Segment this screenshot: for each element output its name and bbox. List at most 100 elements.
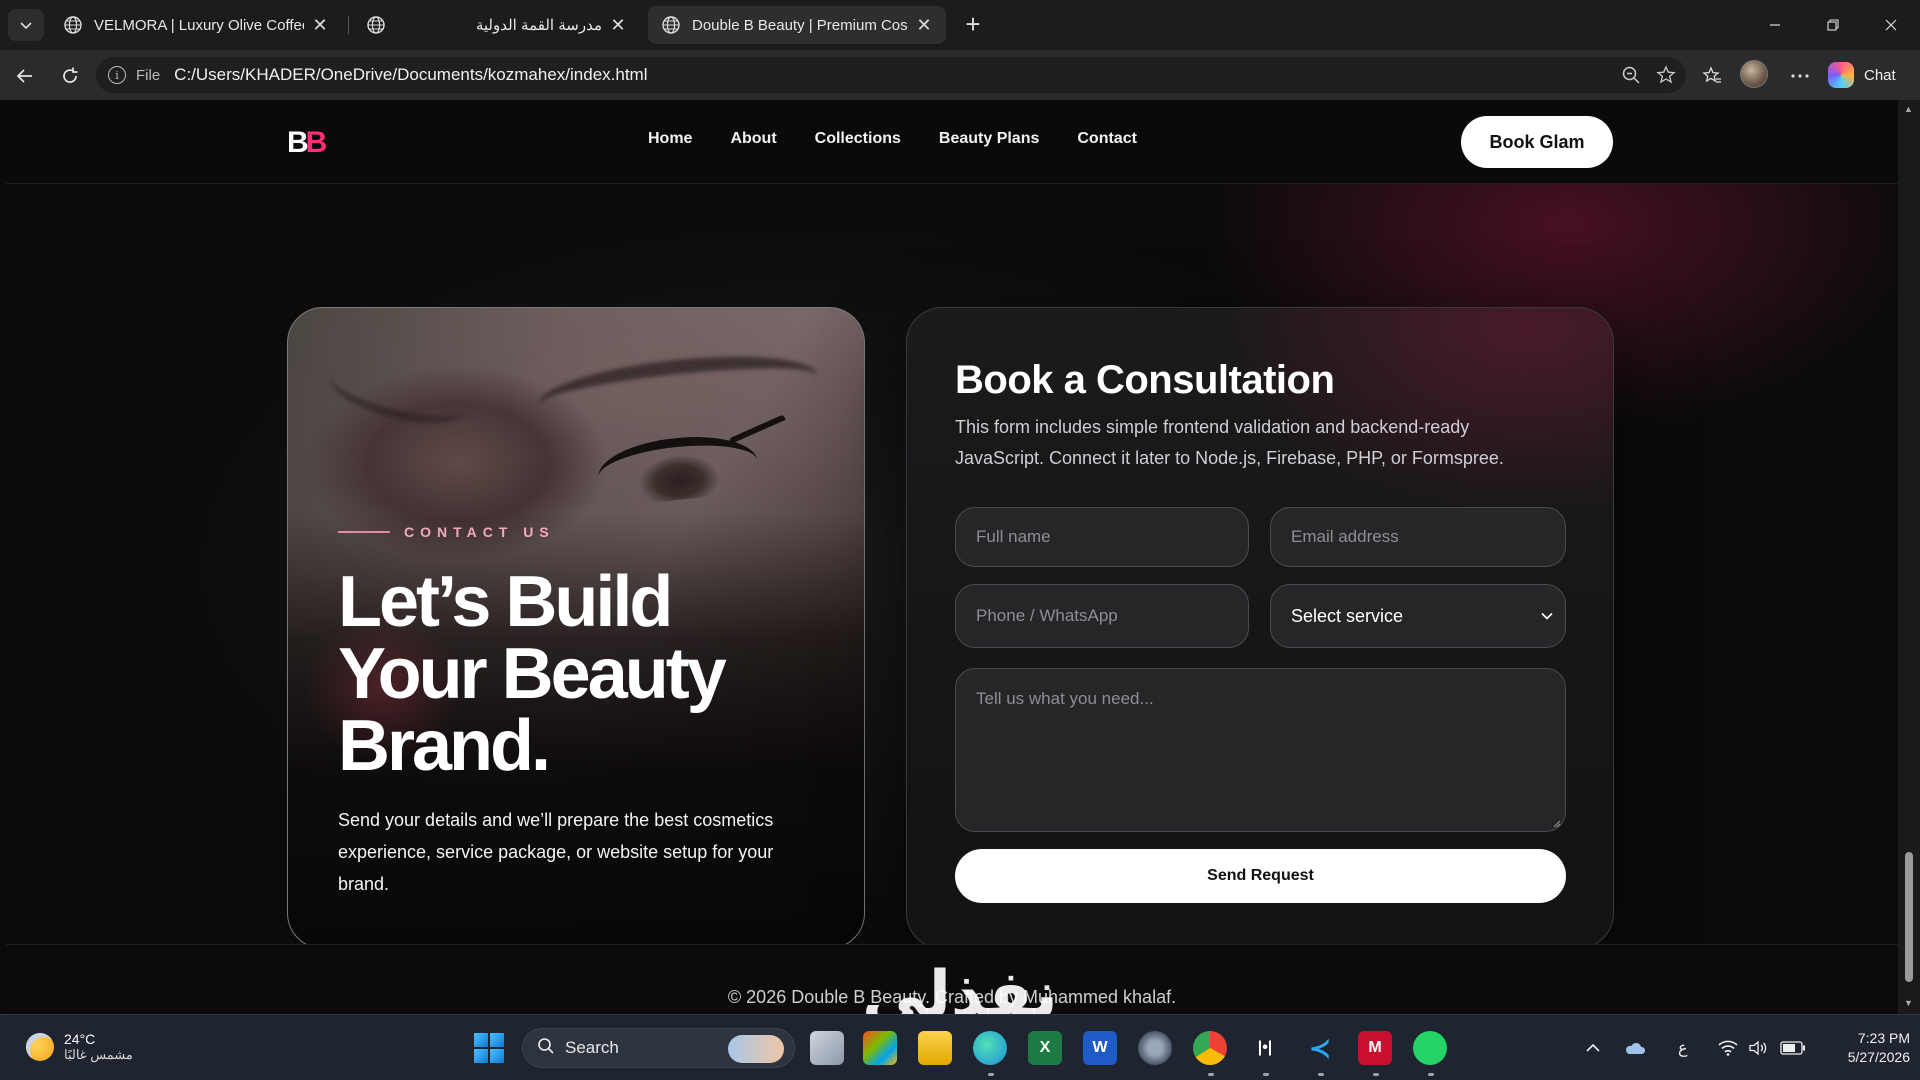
service-select[interactable]: Select service: [1270, 584, 1566, 648]
app-icon[interactable]: |•|: [1248, 1031, 1282, 1065]
tab-list-button[interactable]: [8, 9, 44, 41]
chevron-down-icon: [20, 22, 32, 30]
scroll-thumb[interactable]: [1905, 852, 1913, 982]
favorites-icon[interactable]: [1696, 60, 1728, 92]
copilot-icon: [1828, 62, 1854, 88]
running-indicator: [988, 1073, 994, 1076]
running-indicator: [1373, 1073, 1379, 1076]
eyebrow-line: [338, 531, 390, 533]
start-button[interactable]: [474, 1033, 504, 1063]
more-menu-icon[interactable]: [1784, 60, 1816, 92]
browser-tab-untitled[interactable]: [354, 6, 394, 44]
main-nav: Home About Collections Beauty Plans Cont…: [648, 130, 1137, 148]
book-glam-button[interactable]: Book Glam: [1461, 116, 1613, 168]
nav-home[interactable]: Home: [648, 130, 692, 148]
excel-icon[interactable]: X: [1028, 1031, 1062, 1065]
browser-tab-bar: VELMORA | Luxury Olive Coffee Ho ✕ مدرسة…: [0, 0, 1920, 50]
zoom-icon[interactable]: [1621, 57, 1641, 93]
wifi-icon[interactable]: [1718, 1015, 1738, 1080]
address-bar[interactable]: i File C:/Users/KHADER/OneDrive/Document…: [96, 57, 1686, 93]
windows-taskbar: 24°C مشمس غالبًا Search X W |•| ≺ M ع 7:…: [0, 1014, 1920, 1080]
chrome-icon[interactable]: [1193, 1031, 1227, 1065]
onedrive-icon[interactable]: [1624, 1015, 1646, 1080]
info-icon[interactable]: i: [108, 66, 126, 84]
volume-icon[interactable]: [1748, 1015, 1768, 1080]
word-icon[interactable]: W: [1083, 1031, 1117, 1065]
browser-tab-velmora[interactable]: VELMORA | Luxury Olive Coffee Ho ✕: [50, 6, 342, 44]
email-input[interactable]: Email address: [1270, 507, 1566, 567]
restore-icon[interactable]: [1804, 0, 1862, 50]
photo-detail: [728, 414, 788, 448]
battery-icon[interactable]: [1780, 1015, 1806, 1080]
tab-separator: [348, 16, 349, 34]
microsoft-store-icon[interactable]: [863, 1031, 897, 1065]
browser-tab-double-b-beauty[interactable]: Double B Beauty | Premium Cosme ✕: [648, 6, 946, 44]
clock-time: 7:23 PM: [1857, 1030, 1910, 1046]
sunny-icon: [26, 1033, 54, 1061]
site-footer: © 2026 Double B Beauty. Crafted by Muham…: [6, 944, 1898, 1014]
input-language[interactable]: ع: [1678, 1015, 1688, 1080]
system-clock[interactable]: 7:23 PM 5/27/2026: [1820, 1029, 1910, 1067]
nav-contact[interactable]: Contact: [1077, 130, 1137, 148]
refresh-icon[interactable]: [54, 60, 86, 92]
weather-widget[interactable]: 24°C مشمس غالبًا: [26, 1031, 133, 1063]
url-text[interactable]: C:/Users/KHADER/OneDrive/Documents/kozma…: [174, 65, 647, 85]
scroll-up-icon[interactable]: ▲: [1904, 104, 1914, 114]
message-textarea[interactable]: Tell us what you need...: [955, 668, 1566, 832]
site-header: BB Home About Collections Beauty Plans C…: [6, 100, 1898, 184]
message-placeholder: Tell us what you need...: [976, 689, 1154, 708]
taskbar-search[interactable]: Search: [522, 1028, 795, 1068]
edge-icon[interactable]: [973, 1031, 1007, 1065]
globe-icon: [62, 14, 84, 36]
copilot-chat-button[interactable]: Chat: [1828, 60, 1896, 90]
form-description: This form includes simple frontend valid…: [955, 417, 1504, 468]
nav-beauty-plans[interactable]: Beauty Plans: [939, 130, 1039, 148]
minimize-icon[interactable]: [1746, 0, 1804, 50]
close-window-icon[interactable]: [1862, 0, 1920, 50]
tab-title: VELMORA | Luxury Olive Coffee Ho: [94, 16, 304, 34]
globe-icon: [660, 14, 682, 36]
photo-detail: [324, 351, 472, 435]
settings-gear-icon[interactable]: [1138, 1031, 1172, 1065]
hero-description: Send your details and we’ll prepare the …: [338, 810, 774, 894]
page-scrollbar[interactable]: ▲ ▼: [1898, 100, 1920, 1014]
favorite-star-icon[interactable]: [1656, 57, 1676, 93]
mcafee-icon[interactable]: M: [1358, 1031, 1392, 1065]
tray-overflow-icon[interactable]: [1586, 1015, 1600, 1080]
search-label: Search: [565, 1038, 619, 1057]
back-icon[interactable]: [9, 60, 41, 92]
full-name-input[interactable]: Full name: [955, 507, 1249, 567]
chevron-down-icon: [1541, 612, 1553, 620]
tab-close-icon[interactable]: ✕: [608, 15, 628, 36]
weather-condition: مشمس غالبًا: [64, 1047, 133, 1062]
scheme-label: File: [136, 66, 161, 84]
resize-handle-icon[interactable]: [1553, 820, 1561, 828]
running-indicator: [1428, 1073, 1434, 1076]
running-indicator: [1318, 1073, 1324, 1076]
globe-icon: [366, 14, 386, 36]
section-eyebrow: CONTACT US: [338, 524, 555, 540]
brand-logo[interactable]: BB: [287, 126, 327, 160]
nav-about[interactable]: About: [730, 130, 776, 148]
task-view-icon[interactable]: [810, 1031, 844, 1065]
tab-title: مدرسة القمة الدولية: [475, 17, 602, 34]
tab-close-icon[interactable]: ✕: [914, 15, 934, 36]
chat-label: Chat: [1864, 66, 1896, 84]
consultation-form: Book a Consultation This form includes s…: [906, 307, 1614, 949]
new-tab-button[interactable]: +: [958, 10, 988, 40]
nav-collections[interactable]: Collections: [815, 130, 901, 148]
service-select-value: Select service: [1291, 605, 1404, 626]
eyebrow-text: CONTACT US: [404, 524, 555, 540]
browser-toolbar: i File C:/Users/KHADER/OneDrive/Document…: [0, 50, 1920, 100]
scroll-down-icon[interactable]: ▼: [1904, 998, 1914, 1008]
send-request-button[interactable]: Send Request: [955, 849, 1566, 903]
whatsapp-icon[interactable]: [1413, 1031, 1447, 1065]
browser-tab-alqimma[interactable]: مدرسة القمة الدولية ✕: [394, 6, 640, 44]
running-indicator: [1263, 1073, 1269, 1076]
phone-input[interactable]: Phone / WhatsApp: [955, 584, 1249, 648]
vscode-icon[interactable]: ≺: [1303, 1031, 1337, 1065]
file-explorer-icon[interactable]: [918, 1031, 952, 1065]
profile-avatar[interactable]: [1740, 60, 1768, 88]
tab-close-icon[interactable]: ✕: [310, 15, 330, 36]
form-title: Book a Consultation: [955, 358, 1335, 402]
